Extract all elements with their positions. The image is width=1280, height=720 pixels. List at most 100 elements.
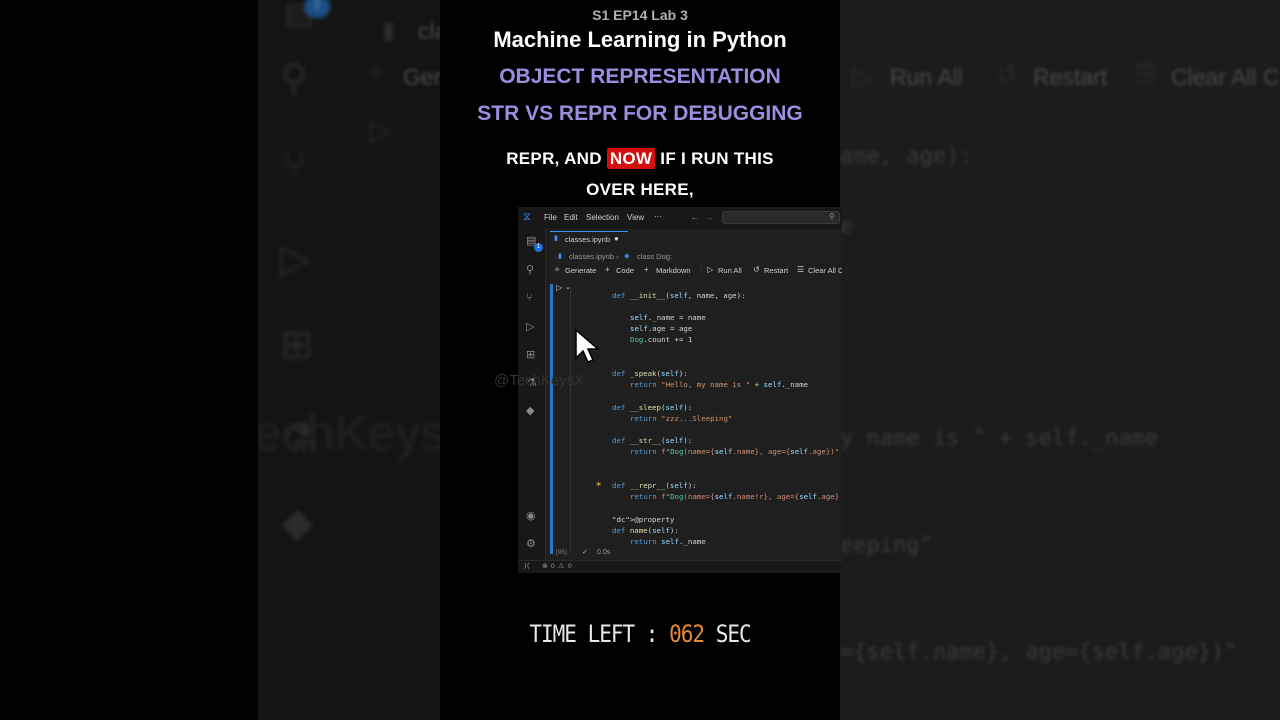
code-line: return f"Dog(name={self.name}, age={self… <box>630 447 840 456</box>
add-markdown-icon: + <box>644 265 649 274</box>
breadcrumb-class-icon: ◈ <box>624 251 630 260</box>
timer-label: TIME LEFT : <box>529 620 658 648</box>
clear-all-icon: ☰ <box>797 265 805 274</box>
code-line: def __sleep(self): <box>612 403 693 412</box>
code-line: self.age = age <box>630 324 693 333</box>
warning-count[interactable]: 0 <box>568 563 572 570</box>
breadcrumb-class[interactable]: class Dog: <box>637 252 672 261</box>
clear-all-button[interactable]: Clear All C <box>808 266 842 275</box>
source-control-icon[interactable]: ⑂ <box>526 291 533 304</box>
menu-edit[interactable]: Edit <box>564 213 578 222</box>
search-icon: ⚲ <box>829 212 835 221</box>
background-run-all-icon: ▷ <box>852 60 874 93</box>
background-run-all-label: Run All <box>890 64 963 90</box>
code-line: return self._name <box>630 537 706 546</box>
check-icon: ✓ <box>582 549 588 556</box>
sparkle-icon: ✧ <box>554 265 561 274</box>
unsaved-dot-icon[interactable]: ● <box>614 234 619 243</box>
menu-selection[interactable]: Selection <box>586 213 619 222</box>
error-count[interactable]: 0 <box>551 563 555 570</box>
add-markdown-button[interactable]: Markdown <box>656 266 691 275</box>
mouse-pointer-icon <box>575 328 600 363</box>
background-code-line: ame, age): <box>840 144 973 169</box>
subtopic-heading: STR VS REPR FOR DEBUGGING <box>477 102 803 125</box>
video-title: Machine Learning in Python <box>493 27 787 52</box>
explorer-badge: 1 <box>534 243 543 252</box>
background-run-debug-icon: ▷ <box>280 236 311 282</box>
execution-time: 0.0s <box>597 549 611 556</box>
background-editor-right <box>840 0 1280 720</box>
vscode-window: ⧖ File Edit Selection View ··· ← → ⚲ ▤ 1… <box>518 207 842 573</box>
background-code-line: eeping" <box>840 533 933 558</box>
command-center-search[interactable] <box>722 211 840 224</box>
episode-label: S1 EP14 Lab 3 <box>592 7 688 23</box>
caption-text-before: REPR, AND <box>506 149 607 168</box>
run-all-icon: ▷ <box>707 265 714 274</box>
code-line: Dog.count += 1 <box>630 335 693 344</box>
caption-highlight: NOW <box>606 148 656 169</box>
code-line: self._name = name <box>630 313 706 322</box>
background-code-line: ={self.name}, age={self.age})" <box>840 640 1238 665</box>
code-line: return "zzz...Sleeping" <box>630 414 733 423</box>
code-line: def __init__(self, name, age): <box>612 291 746 300</box>
background-clear-all-icon: ☰ <box>1134 60 1158 90</box>
search-icon[interactable]: ⚲ <box>526 263 534 276</box>
timer-value: 062 <box>669 620 705 648</box>
indent-guide <box>570 287 571 552</box>
add-code-icon: + <box>605 265 610 274</box>
remote-icon[interactable]: ⟩⟨ <box>524 562 529 570</box>
code-line: return f"Dog(name={self.name!r}, age={se… <box>630 492 840 501</box>
run-debug-icon[interactable]: ▷ <box>526 320 534 333</box>
caption-line-1: REPR, AND NOW IF I RUN THIS <box>440 148 840 169</box>
watermark-overlay: @TechKeysX <box>494 372 585 389</box>
code-line: return "Hello, my name is " + self._name <box>630 380 809 389</box>
menu-file[interactable]: File <box>544 213 557 222</box>
run-cell-icon[interactable]: ▷ <box>556 283 562 292</box>
chevron-down-icon[interactable]: ⌄ <box>565 283 571 291</box>
lightbulb-icon[interactable]: ☀ <box>595 480 602 489</box>
background-code-line: y name is " + self._name <box>840 426 1158 451</box>
countdown-timer: TIME LEFT : 062 SEC <box>440 620 840 648</box>
background-sparkle-icon: ✧ <box>366 60 387 88</box>
breadcrumb-separator-icon: › <box>616 252 619 261</box>
error-icon: ⊗ <box>542 563 548 570</box>
vscode-logo-icon: ⧖ <box>523 210 531 223</box>
menu-more[interactable]: ··· <box>654 212 662 221</box>
restart-button[interactable]: Restart <box>764 266 788 275</box>
warning-icon: ⚠ <box>558 563 565 570</box>
background-clear-all-label: Clear All C <box>1171 64 1280 90</box>
topic-heading: OBJECT REPRESENTATION <box>499 65 781 88</box>
background-badge: 1 <box>304 0 330 18</box>
run-all-button[interactable]: Run All <box>718 266 742 275</box>
generate-button[interactable]: Generate <box>565 266 596 275</box>
extensions-icon[interactable]: ⊞ <box>526 348 535 361</box>
background-restart-icon: ↺ <box>996 60 1018 90</box>
code-line: def __repr__(self): <box>612 481 697 490</box>
account-icon[interactable]: ◉ <box>526 509 536 522</box>
notebook-icon: ▮ <box>554 235 558 242</box>
breadcrumb-file[interactable]: classes.ipynb <box>569 252 614 261</box>
add-code-button[interactable]: Code <box>616 266 634 275</box>
back-arrow-icon[interactable]: ← <box>690 212 699 222</box>
forward-arrow-icon[interactable]: → <box>705 212 714 222</box>
toolbar-divider: | <box>700 264 703 273</box>
caption-text-after: IF I RUN THIS <box>655 149 774 168</box>
background-restart-label: Restart <box>1033 64 1108 90</box>
timer-unit: SEC <box>715 620 752 648</box>
code-line: def name(self): <box>612 526 679 535</box>
background-source-control-icon: ⑂ <box>282 142 306 188</box>
background-search-icon: ⚲ <box>280 56 308 100</box>
background-run-cell-icon: ▷ <box>370 114 392 147</box>
background-python-icon: ◆ <box>282 500 313 546</box>
code-line: def _speak(self): <box>612 369 688 378</box>
code-line: "dc">@property <box>612 515 675 524</box>
menu-view[interactable]: View <box>627 213 644 222</box>
background-notebook-icon: ▮ <box>382 16 396 44</box>
settings-gear-icon[interactable]: ⚙ <box>526 537 536 550</box>
breadcrumb-notebook-icon: ▮ <box>558 253 562 260</box>
python-icon[interactable]: ◆ <box>526 404 534 417</box>
tab-label: classes.ipynb <box>565 235 611 244</box>
background-extensions-icon: ⊞ <box>280 322 314 368</box>
restart-icon: ↺ <box>753 265 760 274</box>
code-line: def __str__(self): <box>612 436 693 445</box>
